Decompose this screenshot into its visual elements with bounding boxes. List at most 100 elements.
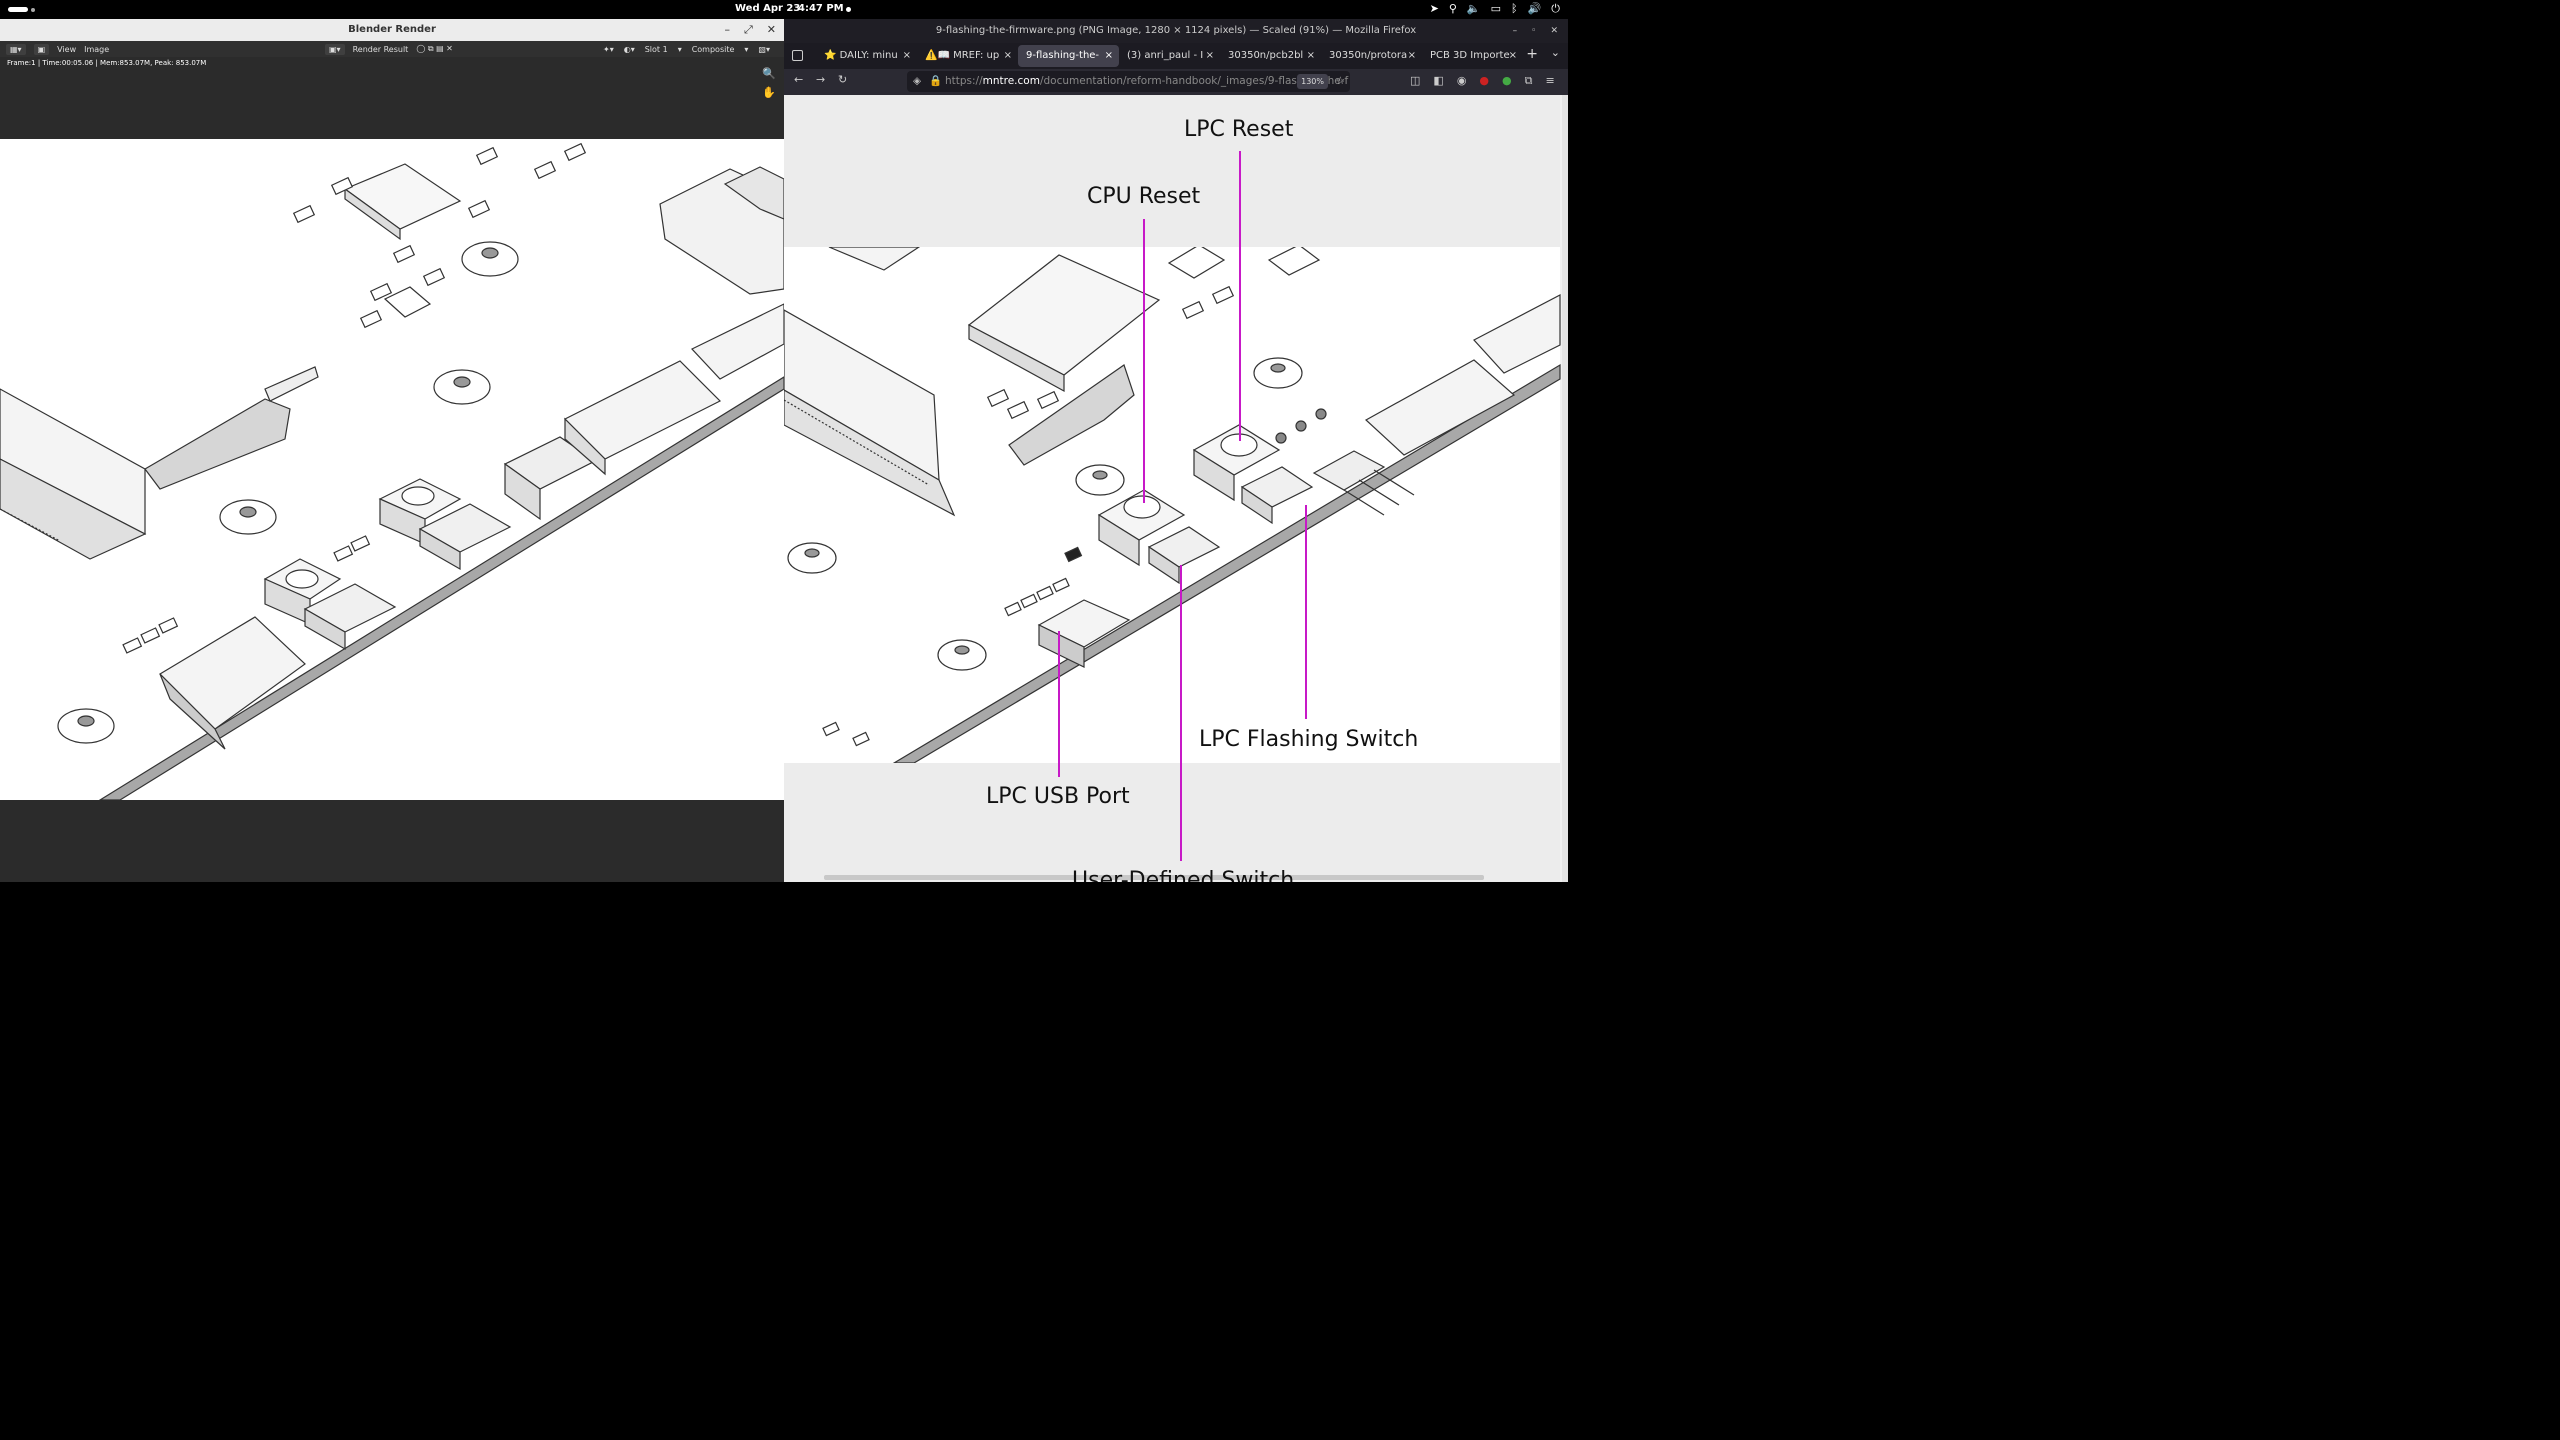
ublock-icon[interactable]: ● [1479,74,1489,88]
system-top-bar: Wed Apr 23 4:47 PM ➤ ⚲ 🔈 ▭ ᛒ 🔊 ⏻ [0,0,1568,19]
sound-icon[interactable]: 🔊 [1528,2,1542,16]
label-lpc-usb-port: LPC USB Port [986,784,1130,809]
leader-lpc-flashing-switch [1305,505,1307,719]
back-icon[interactable]: ← [794,73,803,86]
viewport-tools: 🔍 ✋ [762,67,776,99]
tab-label: ⚠️📖 MREF: up [925,50,1000,61]
reload-icon[interactable]: ↻ [838,73,847,86]
extension-green-icon[interactable]: ● [1502,74,1512,88]
label-user-defined-switch: User-Defined Switch [1072,868,1295,882]
navigation-bar: ← → ↻ ◈ 🔒 https://mntre.com/documentatio… [784,69,1568,95]
image-editor-header: ▦▾ ▣ View Image ▣▾ Render Result ◯ ⧉ ▤ ✕… [0,41,784,57]
close-icon[interactable]: ✕ [767,19,776,41]
image-name[interactable]: Render Result [353,45,409,54]
pan-hand-icon[interactable]: ✋ [762,86,776,99]
power-icon[interactable]: ⏻ [1551,2,1560,16]
close-tab-icon[interactable]: × [1206,45,1214,67]
label-lpc-reset: LPC Reset [1184,117,1294,142]
extension-icon[interactable]: ◧ [1433,74,1443,88]
system-tray: ➤ ⚲ 🔈 ▭ ᛒ 🔊 ⏻ [1430,2,1560,16]
tab-anri-paul[interactable]: (3) anri_paul - I × [1119,45,1220,67]
menu-view[interactable]: View [57,45,76,54]
leader-cpu-reset [1143,219,1145,503]
image-viewer: LPC Reset CPU Reset LPC Flashing Switch … [784,95,1568,882]
close-tab-icon[interactable]: × [1004,45,1012,67]
close-tab-icon[interactable]: × [1509,45,1517,67]
close-tab-icon[interactable]: × [903,45,911,67]
location-icon[interactable]: ⚲ [1449,2,1457,16]
minimize-icon[interactable]: – [1513,19,1518,43]
close-icon[interactable]: ✕ [1550,19,1558,43]
close-tab-icon[interactable]: × [1105,45,1113,67]
pass-select[interactable]: Composite [692,45,735,54]
chevron-down-icon[interactable]: ▾ [744,45,748,54]
zoom-icon[interactable]: 🔍 [762,67,776,80]
firefox-titlebar: 9-flashing-the-firmware.png (PNG Image, … [784,19,1568,43]
label-cpu-reset: CPU Reset [1087,184,1201,209]
url-scheme: https:// [945,75,983,87]
tab-label: 9-flashing-the- [1026,50,1100,61]
maximize-icon[interactable]: ◦ [1531,19,1536,43]
screen-icon[interactable]: ▭ [1491,2,1501,16]
tab-protorack[interactable]: 30350n/protora × [1321,45,1422,67]
tab-pcb2blender[interactable]: 30350n/pcb2bl × [1220,45,1321,67]
label-lpc-flashing-switch: LPC Flashing Switch [1199,727,1419,752]
telegram-icon[interactable]: ➤ [1430,2,1439,16]
tab-mref[interactable]: ⚠️📖 MREF: up × [917,45,1018,67]
clock-time[interactable]: 4:47 PM [798,3,844,14]
display-channels-icon[interactable]: ◐▾ [624,45,635,54]
blender-window-title: Blender Render [348,24,436,35]
chevron-down-icon[interactable]: ▾ [678,45,682,54]
tab-flashing-firmware[interactable]: 9-flashing-the- × [1018,45,1119,67]
firefox-window: 9-flashing-the-firmware.png (PNG Image, … [784,19,1568,882]
recording-indicator-icon [846,7,851,12]
mode-icon[interactable]: ▣ [33,43,50,55]
render-info: Frame:1 | Time:00:05.06 | Mem:853.07M, P… [7,59,207,67]
workspace-dot-icon[interactable] [31,8,35,12]
url-bar[interactable]: ◈ 🔒 https://mntre.com/documentation/refo… [907,71,1350,92]
tab-label: 30350n/protora [1329,50,1408,61]
new-tab-button[interactable]: + [1526,46,1538,62]
pcb-render-drawing [0,142,784,800]
extensions-puzzle-icon[interactable]: ⧉ [1525,74,1533,88]
image-browse-icon[interactable]: ▣▾ [325,43,345,55]
tab-strip: ⭐ DAILY: minu × ⚠️📖 MREF: up × 9-flashing-… [784,43,1568,69]
tab-label: (3) anri_paul - I [1127,50,1204,61]
blender-titlebar: Blender Render – ⤢ ✕ [0,19,784,41]
firefox-window-title: 9-flashing-the-firmware.png (PNG Image, … [935,25,1417,36]
pocket-icon[interactable]: ◫ [1410,74,1420,88]
tab-pcb-3d-importer[interactable]: PCB 3D Importe × [1422,45,1523,67]
maximize-icon[interactable]: ⤢ [744,19,753,41]
leader-lpc-usb-port [1058,631,1060,777]
account-icon[interactable]: ◉ [1457,74,1467,88]
clock-date[interactable]: Wed Apr 23 [735,3,800,14]
lock-icon[interactable]: 🔒 [929,71,942,92]
tab-daily[interactable]: ⭐ DAILY: minu × [816,45,917,67]
zoom-level[interactable]: 130% [1297,74,1328,89]
list-tabs-chevron-down-icon[interactable]: ⌄ [1551,46,1560,59]
menu-icon[interactable]: ≡ [1546,74,1555,88]
tab-label: 30350n/pcb2bl [1228,50,1304,61]
workspace-indicator-icon[interactable] [8,7,28,12]
image-actions-icon[interactable]: ◯ ⧉ ▤ ✕ [416,44,453,54]
leader-lpc-reset [1239,151,1241,441]
url-domain: mntre.com [982,75,1040,87]
slot-select[interactable]: Slot 1 [645,45,668,54]
render-result-image [0,139,784,800]
bookmark-star-icon[interactable]: ☆ [1336,71,1345,92]
minimize-icon[interactable]: – [724,19,730,41]
close-tab-icon[interactable]: × [1307,45,1315,67]
shield-icon[interactable]: ◈ [913,71,921,92]
bluetooth-icon[interactable]: ᛒ [1511,2,1518,16]
tab-overview-icon[interactable] [792,50,803,61]
editor-type-icon[interactable]: ▦▾ [6,43,26,55]
leader-user-defined-switch [1180,565,1182,861]
view-options-icon[interactable]: ▧▾ [758,45,770,54]
close-tab-icon[interactable]: × [1408,45,1416,67]
tab-label: PCB 3D Importe [1430,50,1510,61]
blender-window: Blender Render – ⤢ ✕ ▦▾ ▣ View Image ▣▾ … [0,19,784,882]
menu-image[interactable]: Image [84,45,109,54]
overlay-icon[interactable]: ✦▾ [603,45,614,54]
forward-icon[interactable]: → [816,73,825,86]
volume-icon[interactable]: 🔈 [1467,2,1481,16]
